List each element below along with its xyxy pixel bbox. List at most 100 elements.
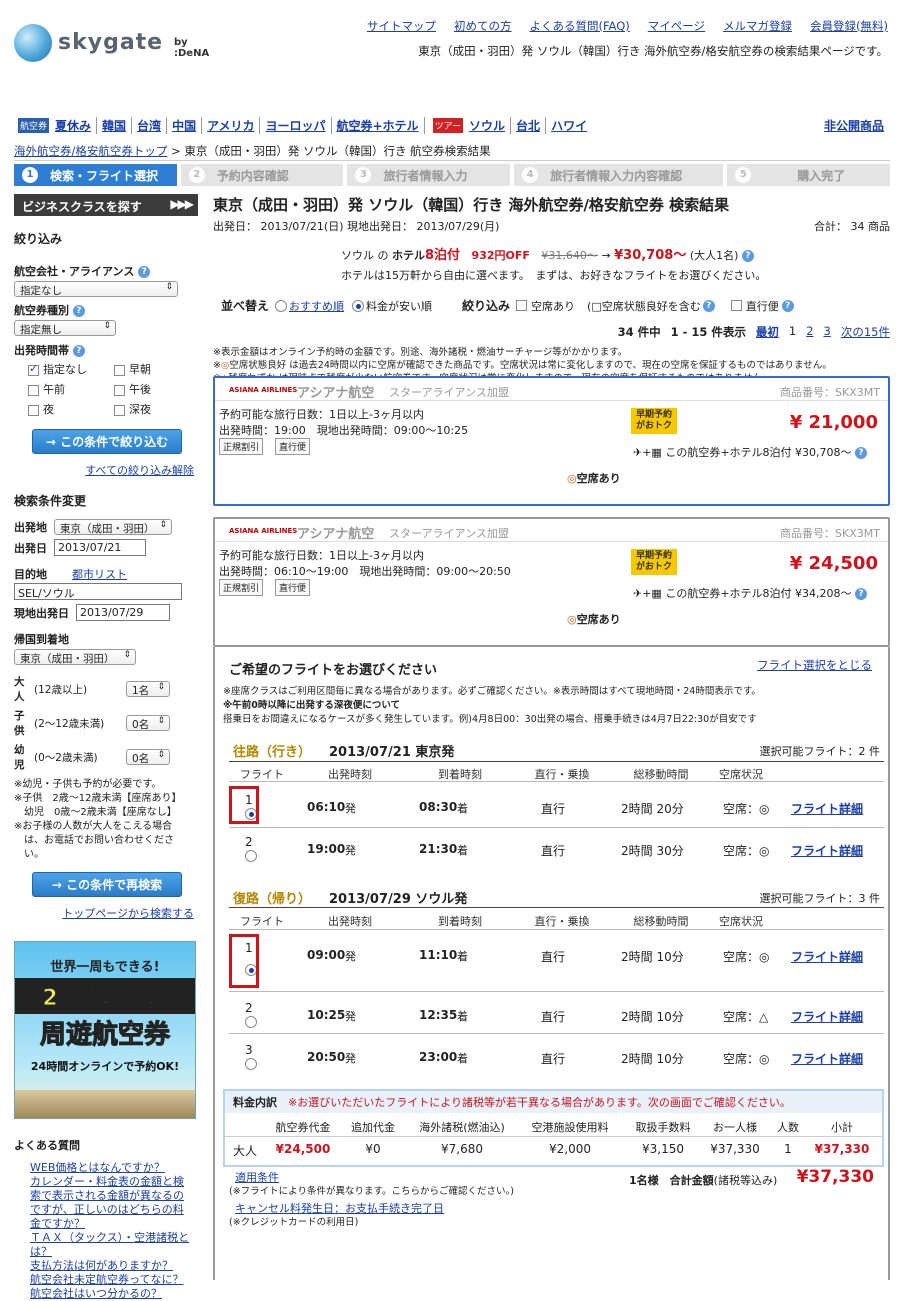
alliance: スターアライアンス加盟	[389, 386, 509, 399]
page-first[interactable]: 最初	[756, 324, 779, 340]
faq-item[interactable]: ＴＡＸ（タックス）・空港諸税とは？	[30, 1231, 194, 1259]
faq-item[interactable]: 支払方法は何がありますか？	[30, 1259, 194, 1273]
nav-korea[interactable]: 韓国	[97, 117, 133, 134]
time-early-checkbox[interactable]	[114, 364, 125, 376]
top-links: サイトマップ 初めての方 よくある質問(FAQ) マイページ メルマガ登録 会員…	[367, 18, 888, 34]
airline-name: アシアナ航空	[297, 527, 375, 542]
return-select[interactable]: 東京（成田・羽田）	[14, 649, 136, 665]
nav-america[interactable]: アメリカ	[202, 117, 261, 134]
breadcrumb-home[interactable]: 海外航空券/格安航空券トップ	[14, 144, 167, 158]
tag-air: 航空券	[18, 118, 50, 133]
nav-hawaii[interactable]: ハワイ	[546, 117, 592, 134]
departure-select[interactable]: 東京（成田・羽田）	[54, 519, 172, 535]
regular-discount-badge: 正規割引	[219, 438, 264, 455]
link-first-time[interactable]: 初めての方	[454, 18, 512, 34]
faq-item[interactable]: 航空会社未定航空券ってなに？	[30, 1273, 194, 1287]
nav-europe[interactable]: ヨーロッパ	[260, 117, 332, 134]
close-select-link[interactable]: フライト選択をとじる	[757, 657, 872, 673]
help-icon[interactable]: ?	[855, 588, 868, 600]
nav-seoul[interactable]: ソウル	[464, 117, 512, 134]
clear-filters-link[interactable]: すべての絞り込み解除	[85, 464, 194, 477]
fare-breakdown: 料金内訳 ※お選びいただいたフライトにより諸税等が若干異なる場合があります。次の…	[223, 1089, 884, 1167]
adult-select[interactable]: 1名	[126, 681, 170, 697]
flight-row[interactable]: 1 09:00 発 11:10 着 直行 2時間 10分 空席：◎ フライト詳細	[229, 939, 879, 983]
page-next[interactable]: 次の15件	[841, 324, 890, 340]
time-night-checkbox[interactable]	[28, 404, 39, 416]
flight-row[interactable]: 2 10:25 発 12:35 着 直行 2時間 10分 空席：△ フライト詳細	[229, 999, 879, 1035]
link-mypage[interactable]: マイページ	[648, 18, 705, 34]
flight-card[interactable]: ASIANA AIRLINES アシアナ航空 スターアライアンス加盟 商品番号：…	[213, 517, 890, 647]
outbound-count: 選択可能フライト：2 件	[759, 745, 881, 758]
flight-radio[interactable]	[245, 1016, 257, 1028]
time-label: 出発時間帯	[14, 344, 69, 357]
time-latenight-checkbox[interactable]	[114, 404, 125, 416]
cancel-fee-link[interactable]: キャンセル料発生日：お支払手続き完了日	[235, 1202, 514, 1216]
infant-select[interactable]: 0名	[126, 749, 170, 765]
outbound-date: 2013/07/21 東京発	[329, 745, 455, 760]
child-select[interactable]: 0名	[126, 715, 170, 731]
faq-item[interactable]: カレンダー・料金表の金額と検索で表示される金額が異なるのですが、正しいのはどちら…	[30, 1175, 194, 1231]
help-icon[interactable]: ?	[138, 266, 151, 278]
fare-header: 航空券代金 追加代金 海外諸税(燃油込) 空港施設使用料 取扱手数料 お一人様 人数 小計	[225, 1113, 882, 1137]
flight-card[interactable]: ASIANA AIRLINES アシアナ航空 スターアライアンス加盟 商品番号：…	[213, 376, 890, 506]
link-newsletter[interactable]: メルマガ登録	[723, 18, 792, 34]
flight-radio[interactable]	[245, 850, 257, 862]
destination-input[interactable]: SEL/ソウル	[14, 583, 182, 600]
nav-air-hotel[interactable]: 航空券+ホテル	[332, 117, 425, 134]
flight-detail-link[interactable]: フライト詳細	[791, 948, 863, 965]
progress-steps: 1 検索・フライト選択 2 予約内容確認 3 旅行者情報入力 4 旅行者情報入力内容確認…	[14, 164, 890, 186]
link-sitemap[interactable]: サイトマップ	[367, 18, 436, 34]
nav-summer[interactable]: 夏休み	[50, 117, 98, 134]
link-register[interactable]: 会員登録(無料)	[810, 18, 888, 34]
flight-row[interactable]: 1 06:10 発 08:30 着 直行 2時間 20分 空席：◎ フライト詳細	[229, 791, 879, 827]
local-date-input[interactable]: 2013/07/29	[76, 604, 170, 621]
nav-china[interactable]: 中国	[167, 117, 203, 134]
flight-detail-link[interactable]: フライト詳細	[791, 1008, 863, 1025]
page-2[interactable]: 2	[806, 324, 813, 340]
time-any-checkbox[interactable]	[28, 362, 39, 376]
faq-item[interactable]: WEB価格とはなんですか？	[30, 1161, 194, 1175]
help-icon[interactable]: ?	[72, 305, 85, 317]
flight-detail-link[interactable]: フライト詳細	[791, 1050, 863, 1067]
help-icon[interactable]: ?	[702, 299, 715, 312]
ticket-type-select[interactable]: 指定無し	[14, 320, 116, 336]
hidden-products-link[interactable]: 非公開商品	[824, 117, 884, 134]
nav-taiwan[interactable]: 台湾	[132, 117, 168, 134]
time-morning-checkbox[interactable]	[28, 384, 39, 396]
business-class-button[interactable]: ビジネスクラスを探す ▶▶▶	[14, 194, 198, 216]
return-count: 選択可能フライト：3 件	[759, 892, 881, 905]
help-icon[interactable]: ?	[781, 299, 794, 312]
direct-badge: 直行便	[275, 579, 311, 596]
return-label: 復路（帰り）	[233, 892, 312, 907]
flight-row[interactable]: 3 20:50 発 23:00 着 直行 2時間 10分 空席：◎ フライト詳細	[229, 1041, 879, 1077]
city-list-link[interactable]: 都市リスト	[72, 566, 127, 582]
help-icon[interactable]: ?	[855, 447, 868, 459]
top-search-link[interactable]: トップページから検索する	[62, 907, 194, 920]
alliance: スターアライアンス加盟	[389, 527, 509, 540]
sort-recommend-radio[interactable]	[275, 299, 288, 312]
site-logo[interactable]: skygate by :DeNA	[14, 24, 214, 64]
terms-link[interactable]: 適用条件	[235, 1171, 514, 1185]
time-afternoon-checkbox[interactable]	[114, 384, 125, 396]
flight-radio[interactable]	[245, 1058, 257, 1070]
nav-taipei[interactable]: 台北	[511, 117, 547, 134]
sort-cheap-radio[interactable]	[352, 299, 365, 312]
round-trip-banner[interactable]: 世界一周もできる! 2都市以上の 周遊航空券 24時間オンラインで予約OK!	[14, 941, 196, 1119]
breadcrumb: 海外航空券/格安航空券トップ > 東京（成田・羽田）発 ソウル（韓国）行き 航空…	[14, 143, 491, 159]
filter-direct-checkbox[interactable]	[730, 300, 742, 311]
landmarks-icon	[15, 1090, 195, 1118]
page-3[interactable]: 3	[824, 324, 831, 340]
filter-available-checkbox[interactable]	[516, 300, 528, 311]
link-faq[interactable]: よくある質問(FAQ)	[529, 18, 629, 34]
filter-button[interactable]: → この条件で絞り込む	[32, 429, 182, 454]
airline-select[interactable]: 指定なし	[14, 281, 178, 297]
faq-item[interactable]: 航空会社はいつ分かるの？	[30, 1287, 194, 1301]
help-icon[interactable]: ?	[741, 250, 754, 262]
research-button[interactable]: → この条件で再検索	[32, 872, 182, 897]
flight-detail-link[interactable]: フライト詳細	[791, 842, 863, 859]
help-icon[interactable]: ?	[72, 345, 85, 357]
departure-date-input[interactable]: 2013/07/21	[54, 539, 146, 556]
step-4: 4 旅行者情報入力内容確認	[514, 164, 724, 186]
flight-row[interactable]: 2 19:00 発 21:30 着 直行 2時間 30分 空席：◎ フライト詳細	[229, 833, 879, 869]
flight-detail-link[interactable]: フライト詳細	[791, 800, 863, 817]
